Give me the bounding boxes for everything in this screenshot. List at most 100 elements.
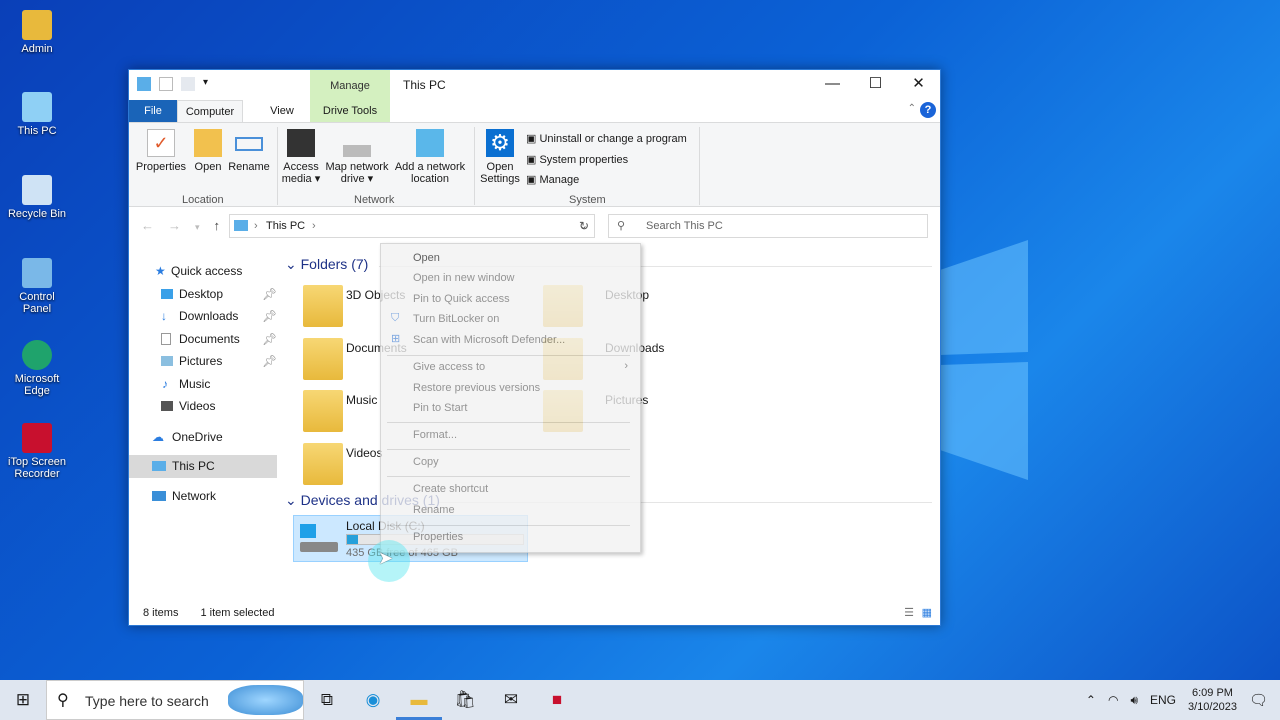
menu-give-access[interactable]: Give access to	[413, 361, 485, 373]
pin-icon: 📌︎	[262, 354, 278, 368]
file-explorer-taskbar-button[interactable]: ▬	[396, 680, 442, 720]
open-button[interactable]: Open	[191, 129, 225, 173]
large-icons-view-button[interactable]: ▦	[922, 601, 932, 625]
media-icon	[287, 129, 315, 157]
tab-file[interactable]: File	[129, 100, 177, 122]
chevron-right-icon: ›	[624, 360, 628, 372]
maximize-button[interactable]: ☐	[854, 70, 897, 98]
edge-taskbar-button[interactable]: ◉	[350, 680, 396, 720]
notification-icon[interactable]: 🗨︎	[1249, 691, 1268, 709]
nav-videos[interactable]: Videos	[129, 395, 277, 418]
collapse-ribbon-icon[interactable]: ⌃	[908, 103, 916, 114]
mail-taskbar-button[interactable]: ✉	[488, 680, 534, 720]
gear-icon: ⚙	[486, 129, 514, 157]
folder-music[interactable]: Music	[346, 393, 377, 407]
task-view-button[interactable]: ⧉	[304, 680, 350, 720]
computer-icon	[137, 77, 151, 91]
pin-icon: 📌︎	[262, 286, 278, 301]
system-properties-link[interactable]: ▣ System properties	[526, 150, 687, 171]
menu-pin-quick-access[interactable]: Pin to Quick access	[413, 293, 510, 305]
map-network-drive-button[interactable]: Map network drive ▾	[323, 129, 391, 185]
breadcrumb-this-pc[interactable]: This PC	[266, 220, 305, 232]
address-bar[interactable]: › This PC › ⌄	[229, 214, 595, 238]
desktop-icon-itop[interactable]: iTop Screen Recorder	[4, 423, 70, 480]
recent-dropdown[interactable]: ▾	[195, 222, 214, 232]
refresh-button[interactable]: ↻	[571, 214, 597, 238]
desktop-icon-this-pc[interactable]: This PC	[4, 92, 70, 137]
menu-bitlocker[interactable]: Turn BitLocker on	[413, 313, 499, 325]
tab-view[interactable]: View	[257, 100, 307, 122]
search-highlight-image	[228, 685, 303, 715]
folder-videos[interactable]: Videos	[346, 446, 382, 460]
uninstall-program-link[interactable]: ▣ Uninstall or change a program	[526, 129, 687, 150]
menu-restore-versions[interactable]: Restore previous versions	[413, 382, 540, 394]
nav-this-pc[interactable]: This PC	[129, 455, 277, 478]
group-label-network: Network	[354, 194, 395, 206]
manage-link[interactable]: ▣ Manage	[526, 170, 687, 191]
add-network-location-button[interactable]: Add a network location	[392, 129, 468, 185]
search-input[interactable]: ⚲ Search This PC	[608, 214, 928, 238]
new-folder-icon[interactable]	[181, 77, 195, 91]
properties-icon[interactable]	[159, 77, 173, 91]
navigation-pane: ★ Quick access Desktop 📌︎ ↓ Downloads 📌︎ Doc…	[129, 260, 277, 507]
minimize-button[interactable]: —	[811, 70, 854, 98]
edge-icon	[22, 340, 52, 370]
status-bar: 8 items 1 item selected ☰ ▦	[129, 601, 940, 625]
nav-downloads[interactable]: ↓ Downloads 📌︎	[129, 305, 277, 328]
rename-button[interactable]: Rename	[228, 129, 270, 173]
nav-desktop[interactable]: Desktop 📌︎	[129, 283, 277, 306]
help-icon[interactable]: ?	[920, 102, 936, 118]
open-settings-button[interactable]: ⚙ Open Settings	[477, 129, 523, 185]
menu-format[interactable]: Format...	[413, 429, 457, 441]
access-media-button[interactable]: Access media ▾	[279, 129, 323, 185]
properties-button[interactable]: ✓ Properties	[135, 129, 187, 173]
language-indicator[interactable]: ENG	[1150, 693, 1176, 707]
volume-icon[interactable]: 🔊︎	[1130, 693, 1138, 708]
folder-documents-icon	[303, 338, 343, 380]
taskbar-search-input[interactable]: ⚲ Type here to search	[46, 680, 304, 720]
menu-properties[interactable]: Properties	[413, 531, 463, 543]
desktop-icon-edge[interactable]: Microsoft Edge	[4, 340, 70, 397]
menu-open-new-window[interactable]: Open in new window	[413, 272, 515, 284]
nav-documents[interactable]: Documents 📌︎	[129, 328, 277, 351]
system-links: ▣ Uninstall or change a program ▣ System…	[526, 129, 687, 191]
store-taskbar-button[interactable]: 🛍︎	[442, 680, 488, 720]
details-view-button[interactable]: ☰	[904, 601, 914, 625]
nav-music[interactable]: ♪ Music	[129, 373, 277, 396]
menu-copy[interactable]: Copy	[413, 456, 439, 468]
chevron-down-icon[interactable]: ▾	[203, 77, 217, 91]
window-title: This PC	[403, 78, 446, 92]
folders-group-header[interactable]: ⌄ Folders (7)	[285, 256, 368, 273]
computer-icon	[22, 92, 52, 122]
itop-recorder-taskbar-button[interactable]: ■	[534, 680, 580, 720]
pin-icon: 📌︎	[262, 331, 278, 346]
recycle-bin-icon	[22, 175, 52, 205]
desktop-icon-recycle-bin[interactable]: Recycle Bin	[4, 175, 70, 220]
menu-create-shortcut[interactable]: Create shortcut	[413, 483, 488, 495]
tab-computer[interactable]: Computer	[177, 100, 243, 122]
windows-logo	[940, 240, 1028, 480]
forward-button[interactable]: →	[168, 218, 195, 233]
menu-pin-start[interactable]: Pin to Start	[413, 402, 467, 414]
user-folder-icon	[22, 10, 52, 40]
back-button[interactable]: ←	[141, 218, 168, 233]
drive-icon	[300, 524, 340, 554]
nav-pictures[interactable]: Pictures 📌︎	[129, 350, 277, 373]
mouse-cursor-icon: ➤	[378, 548, 394, 568]
start-button[interactable]: ⊞	[0, 680, 46, 720]
desktop-icon-control-panel[interactable]: Control Panel	[4, 258, 70, 315]
clock[interactable]: 6:09 PM 3/10/2023	[1188, 686, 1237, 714]
nav-onedrive[interactable]: ☁ OneDrive	[129, 426, 277, 449]
tray-chevron-up-icon[interactable]: ⌃	[1086, 693, 1096, 707]
menu-scan-defender[interactable]: Scan with Microsoft Defender...	[413, 334, 565, 346]
nav-network[interactable]: Network	[129, 485, 277, 508]
tab-drive-tools[interactable]: Drive Tools	[310, 100, 390, 122]
desktop-icon-admin[interactable]: Admin	[4, 10, 70, 55]
close-button[interactable]: ✕	[897, 70, 940, 98]
menu-rename[interactable]: Rename	[413, 504, 455, 516]
nav-quick-access[interactable]: ★ Quick access	[129, 260, 277, 283]
search-icon: ⚲	[617, 220, 626, 232]
menu-open[interactable]: Open	[413, 252, 440, 264]
network-icon[interactable]: ◠	[1108, 693, 1118, 707]
rename-icon	[235, 137, 263, 151]
